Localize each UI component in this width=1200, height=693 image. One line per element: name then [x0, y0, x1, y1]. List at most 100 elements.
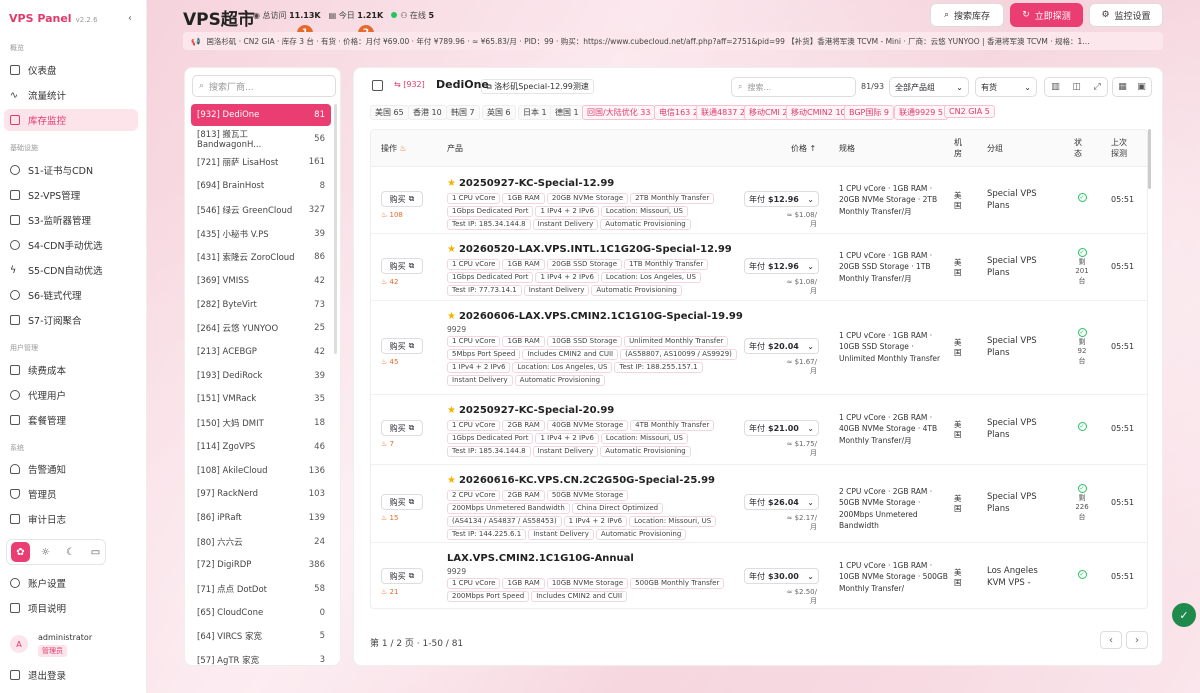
provider-item[interactable]: [193] DediRock 39 — [191, 365, 331, 387]
split-icon[interactable]: ◫ — [1072, 82, 1081, 92]
price-select[interactable]: 年付 $26.04 ⌄ — [744, 494, 819, 510]
sidebar-item-s2[interactable]: S2-VPS管理 — [4, 184, 138, 206]
sidebar-item-s3[interactable]: S3-监听器管理 — [4, 209, 138, 231]
provider-item[interactable]: [264] 云悠 YUNYOO 25 — [191, 317, 331, 339]
filter-chip[interactable]: 韩国 7 — [446, 105, 480, 120]
provider-item[interactable]: [721] 丽萨 LisaHost 161 — [191, 151, 331, 173]
sidebar-item-s6[interactable]: S6-链式代理 — [4, 284, 138, 306]
price-select[interactable]: 年付 $30.00 ⌄ — [744, 568, 819, 584]
sidebar-item-plans[interactable]: 套餐管理 — [4, 409, 138, 431]
product-search-input[interactable]: ⌕ 搜索... — [731, 77, 856, 97]
provider-item[interactable]: [86] iPRaft 139 — [191, 507, 331, 529]
col-price[interactable]: 价格 ↑ — [791, 130, 816, 167]
col-dc[interactable]: 机房 — [954, 130, 966, 167]
sidebar-item-audit[interactable]: 审计日志 — [4, 508, 138, 530]
price-select[interactable]: 年付 $20.04 ⌄ — [744, 338, 819, 354]
price-select[interactable]: 年付 $21.00 ⌄ — [744, 420, 819, 436]
provider-item[interactable]: [932] DediOne 81 — [191, 104, 331, 126]
provider-item[interactable]: [65] CloudCone 0 — [191, 602, 331, 624]
provider-item[interactable]: [80] 六六云 24 — [191, 531, 331, 553]
collapse-sidebar-icon[interactable]: ‹ — [128, 13, 132, 24]
provider-item[interactable]: [282] ByteVirt 73 — [191, 294, 331, 316]
provider-item[interactable]: [57] AgTR 家宽 3 — [191, 649, 331, 665]
monitor-settings-button[interactable]: ⚙ 监控设置 — [1089, 3, 1163, 27]
provider-item[interactable]: [108] AkileCloud 136 — [191, 460, 331, 482]
provider-item[interactable]: [72] DigiRDP 386 — [191, 554, 331, 576]
col-op[interactable]: 操作 ♨ — [381, 130, 407, 167]
provider-item[interactable]: [213] ACEBGP 42 — [191, 341, 331, 363]
sidebar-item-s1[interactable]: S1-证书与CDN — [4, 159, 138, 181]
provider-item[interactable]: [694] BrainHost 8 — [191, 175, 331, 197]
probe-now-button[interactable]: ↻ 立即探测 — [1010, 3, 1083, 27]
price-select[interactable]: 年付 $12.96 ⌄ — [744, 258, 819, 274]
monitor-icon[interactable]: ▭ — [86, 542, 105, 562]
buy-button[interactable]: 购买 ⧉ — [381, 494, 423, 510]
filter-chip[interactable]: 日本 1 — [518, 105, 552, 120]
provider-item[interactable]: [151] VMRack 35 — [191, 388, 331, 410]
table-scrollbar[interactable] — [1148, 129, 1151, 189]
provider-item[interactable]: [64] VIRCS 家宽 5 — [191, 625, 331, 647]
provider-item[interactable]: [150] 大妈 DMIT 18 — [191, 412, 331, 434]
buy-button[interactable]: 购买 ⧉ — [381, 568, 423, 584]
search-stock-button[interactable]: ⌕ 搜索库存 — [930, 3, 1004, 27]
sidebar-item-proxy-users[interactable]: 代理用户 — [4, 384, 138, 406]
expand-icon[interactable]: ⤢ — [1093, 82, 1100, 92]
next-page-button[interactable]: › — [1126, 631, 1148, 649]
grid-view-icon[interactable]: ▣ — [1137, 82, 1146, 92]
moon-icon[interactable]: ☾ — [61, 542, 80, 562]
sidebar-item-traffic[interactable]: ∿ 流量统计 — [4, 84, 138, 106]
buy-button[interactable]: 购买 ⧉ — [381, 191, 423, 207]
prev-page-button[interactable]: ‹ — [1100, 631, 1122, 649]
columns-icon[interactable]: ▥ — [1051, 82, 1060, 92]
filter-chip[interactable]: 德国 1 — [550, 105, 584, 120]
provider-item[interactable]: [435] 小秘书 V.PS 39 — [191, 223, 331, 245]
buy-button[interactable]: 购买 ⧉ — [381, 258, 423, 274]
provider-item[interactable]: [97] RackNerd 103 — [191, 483, 331, 505]
provider-item[interactable]: [546] 绿云 GreenCloud 327 — [191, 199, 331, 221]
sidebar-item-renewal[interactable]: 续费成本 — [4, 359, 138, 381]
sidebar-item-alerts[interactable]: 告警通知 — [4, 458, 138, 480]
filter-chip[interactable]: CN2 GIA 5 — [944, 105, 995, 118]
filter-chip[interactable]: 联通9929 5 — [894, 105, 948, 120]
table-view-icon[interactable]: ▦ — [1118, 82, 1127, 92]
filter-chip[interactable]: 英国 6 — [482, 105, 516, 120]
provider-item[interactable]: [71] 点点 DotDot 58 — [191, 578, 331, 600]
sidebar-item-dashboard[interactable]: 仪表盘 — [4, 59, 138, 81]
provider-item[interactable]: [369] VMISS 42 — [191, 270, 331, 292]
sidebar-item-s5[interactable]: ϟ S5-CDN自动优选 — [4, 259, 138, 281]
stock-select[interactable]: 有货 ⌄ — [975, 77, 1037, 97]
price-select[interactable]: 年付 $12.96 ⌄ — [744, 191, 819, 207]
buy-button[interactable]: 购买 ⧉ — [381, 420, 423, 436]
buy-button[interactable]: 购买 ⧉ — [381, 338, 423, 354]
provider-item[interactable]: [813] 搬瓦工 BandwagonH... 56 — [191, 128, 331, 150]
col-product[interactable]: 产品 — [447, 130, 463, 167]
scrollbar[interactable] — [334, 104, 337, 354]
provider-item[interactable]: [431] 索隆云 ZoroCloud 86 — [191, 246, 331, 268]
col-last-probe[interactable]: 上次探测 — [1111, 130, 1133, 167]
col-group[interactable]: 分组 — [987, 130, 1003, 167]
sidebar-item-stock-monitor[interactable]: 库存监控 — [4, 109, 138, 131]
sidebar-toggle-icon[interactable] — [372, 80, 383, 91]
filter-chip[interactable]: 香港 10 — [408, 105, 447, 120]
sakura-theme-icon[interactable]: ✿ — [11, 542, 30, 562]
sidebar-item-account[interactable]: 账户设置 — [4, 572, 138, 594]
group-select[interactable]: 全部产品组 ⌄ — [889, 77, 969, 97]
filter-chip[interactable]: 回国/大陆优化 33 — [582, 105, 656, 120]
provider-search-input[interactable]: ⌕ 搜索厂商... — [192, 75, 336, 97]
col-status[interactable]: 状态 — [1074, 130, 1086, 167]
provider-item[interactable]: [114] ZgoVPS 46 — [191, 436, 331, 458]
col-spec[interactable]: 规格 — [839, 130, 855, 167]
sidebar-item-s4[interactable]: S4-CDN手动优选 — [4, 234, 138, 256]
sidebar-item-docs[interactable]: 项目说明 — [4, 597, 138, 619]
security-shield-icon[interactable]: ✓ — [1172, 603, 1196, 627]
filter-chip[interactable]: BGP国际 9 — [844, 105, 895, 120]
sidebar-item-logout[interactable]: 退出登录 — [4, 664, 138, 686]
speedtest-link[interactable]: ⧉ 洛杉矶Special-12.99测速 — [481, 79, 594, 94]
provider-label: [108] AkileCloud — [197, 465, 268, 476]
table-row: 购买 ⧉ ♨ 42 ★ 20260520-LAX.VPS.INTL.1C1G20G-Sp… — [371, 234, 1147, 301]
sidebar-item-s7[interactable]: S7-订阅聚合 — [4, 309, 138, 331]
filter-chip[interactable]: 移动CMIN2 10 — [786, 105, 851, 120]
sun-icon[interactable]: ☼ — [36, 542, 55, 562]
sidebar-item-admins[interactable]: 管理员 — [4, 483, 138, 505]
filter-chip[interactable]: 美国 65 — [370, 105, 409, 120]
